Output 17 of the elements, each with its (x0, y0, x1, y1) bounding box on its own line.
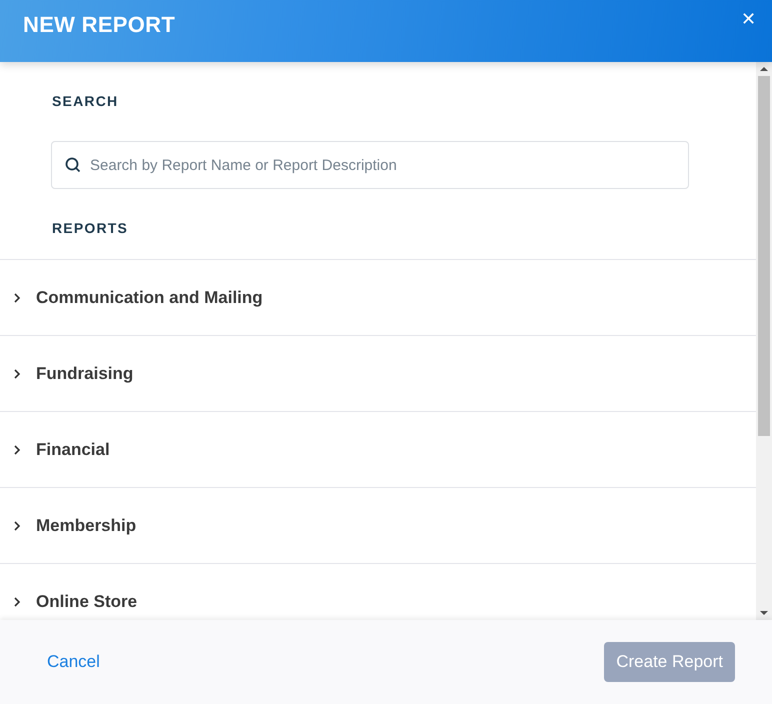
report-category-row[interactable]: Membership (0, 487, 756, 563)
category-name: Communication and Mailing (36, 288, 263, 308)
category-name: Online Store (36, 592, 138, 612)
category-name: Financial (36, 440, 110, 460)
report-category-row[interactable]: Financial (0, 411, 756, 487)
report-category-row[interactable]: Communication and Mailing (0, 259, 756, 335)
category-name: Fundraising (36, 364, 134, 384)
search-icon (65, 157, 81, 173)
section-label: REPORTS (51, 220, 130, 236)
scrollbar[interactable] (756, 62, 772, 620)
search-field[interactable]: Search by Report Name or Report Description (51, 141, 689, 189)
close-button[interactable]: ✕ (741, 8, 756, 30)
report-category-row[interactable]: Fundraising (0, 335, 756, 411)
category-name: Membership (36, 516, 136, 536)
dialog-title: NEW REPORT (23, 12, 176, 38)
cancel-link[interactable]: Cancel (47, 652, 100, 672)
section-label: SEARCH (51, 93, 120, 109)
